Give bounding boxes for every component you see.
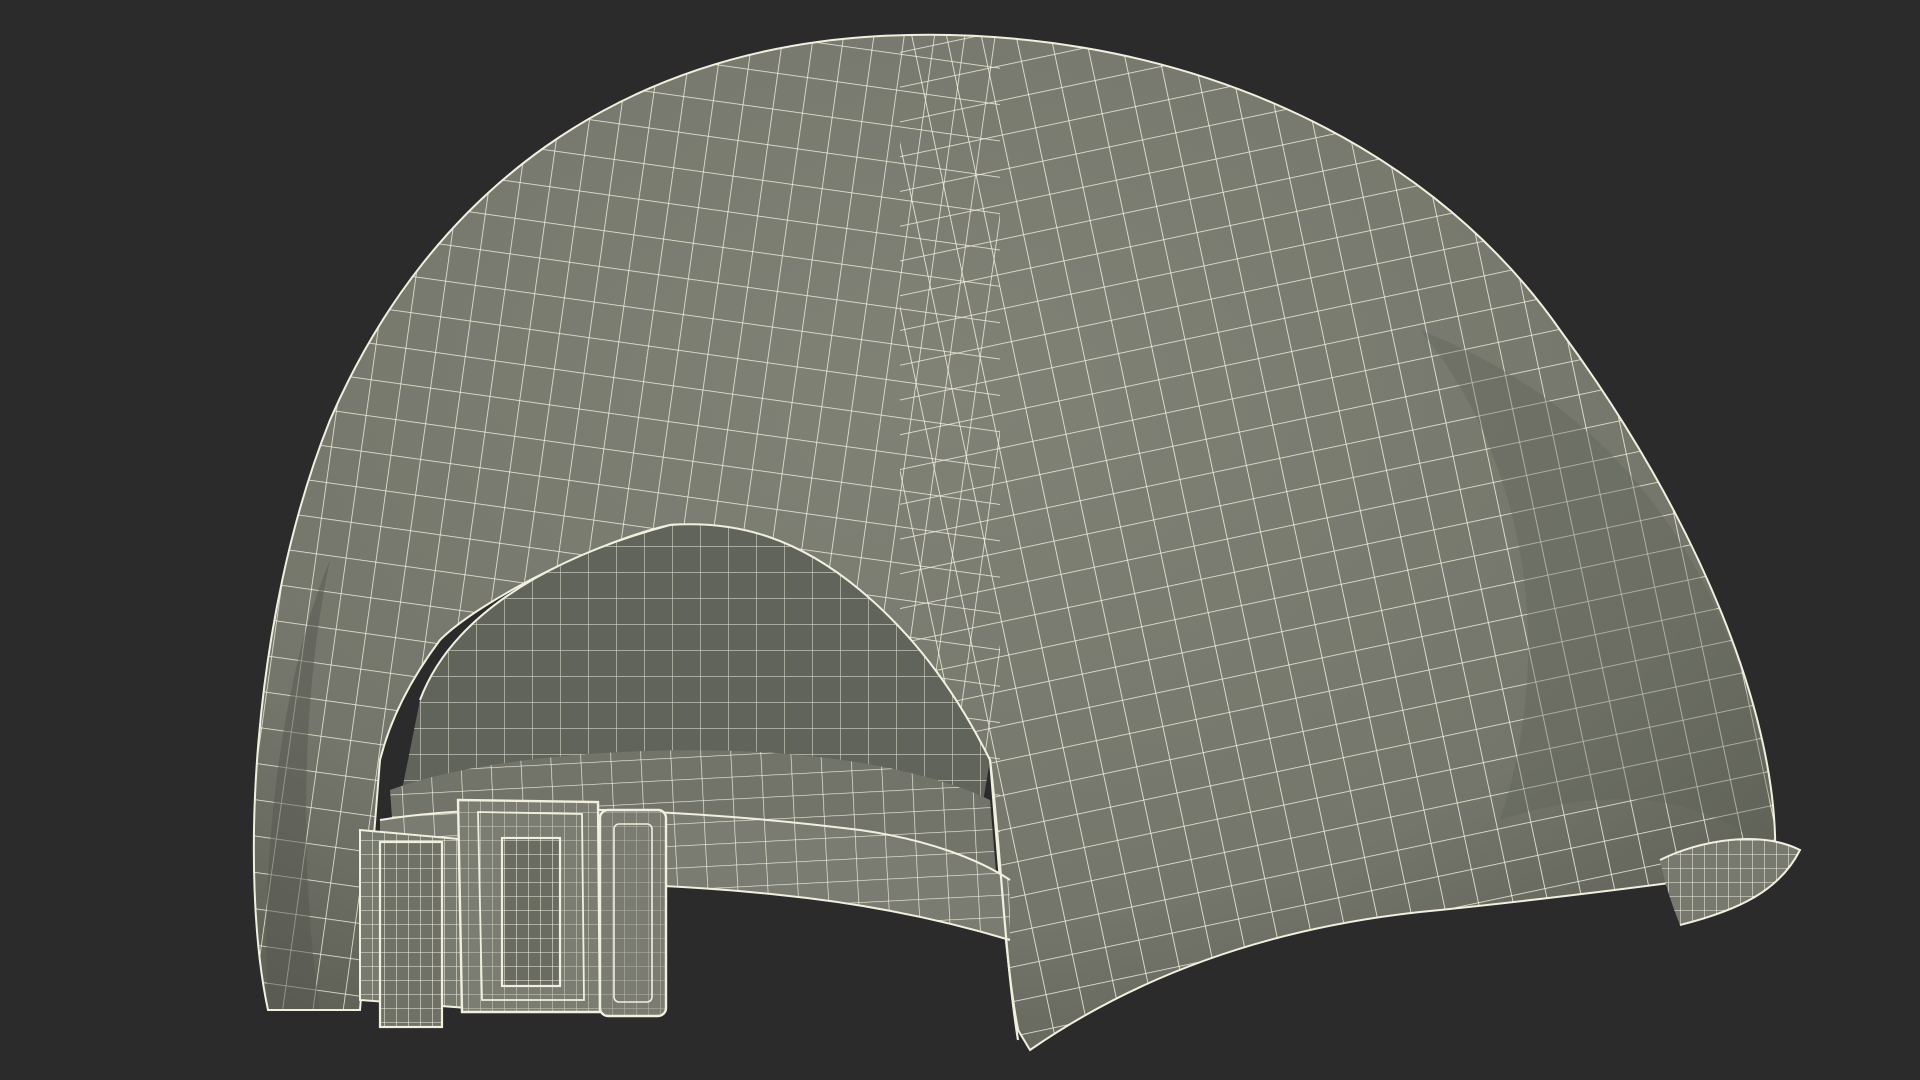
strap-buckle-loop (598, 808, 668, 1018)
render-viewport (0, 0, 1920, 1080)
strap-buckle (456, 798, 602, 1014)
strap-velcro-patch (378, 840, 444, 1029)
cap-wireframe-render (252, 33, 1802, 1051)
